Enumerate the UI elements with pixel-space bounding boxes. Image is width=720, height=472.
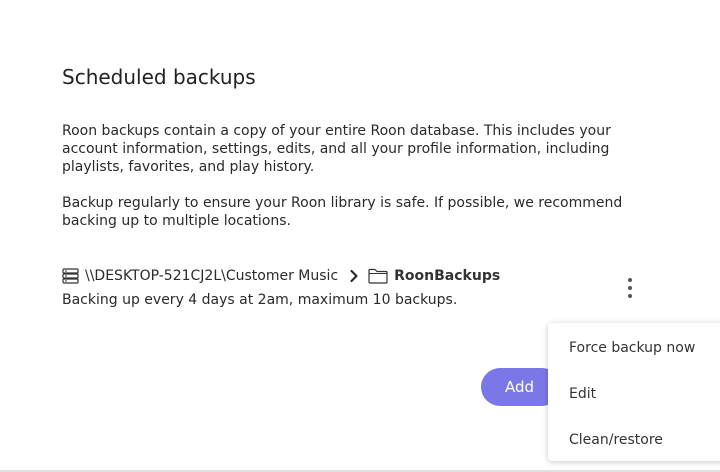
folder-name-label: RoonBackups bbox=[394, 268, 501, 284]
menu-item-edit[interactable]: Edit bbox=[569, 385, 596, 403]
backup-location-path: \\DESKTOP-521CJ2L\Customer Music RoonBac… bbox=[62, 266, 500, 286]
page-title: Scheduled backups bbox=[62, 65, 256, 89]
server-icon bbox=[62, 268, 79, 284]
scheduled-backups-dialog: Scheduled backups Roon backups contain a… bbox=[0, 0, 720, 472]
menu-item-force-backup-now[interactable]: Force backup now bbox=[569, 339, 695, 357]
more-vertical-icon bbox=[628, 278, 632, 282]
more-options-button[interactable] bbox=[618, 274, 642, 302]
backup-context-menu: Force backup now Edit Clean/restore bbox=[548, 323, 720, 461]
network-path-label: \\DESKTOP-521CJ2L\Customer Music bbox=[85, 268, 339, 284]
folder-icon bbox=[368, 268, 388, 284]
chevron-right-icon bbox=[350, 270, 358, 282]
backup-schedule-text: Backing up every 4 days at 2am, maximum … bbox=[62, 292, 458, 308]
description-backup-recommendation: Backup regularly to ensure your Roon lib… bbox=[62, 195, 623, 229]
description-backups-content: Roon backups contain a copy of your enti… bbox=[62, 123, 611, 175]
menu-item-clean-restore[interactable]: Clean/restore bbox=[569, 431, 663, 449]
